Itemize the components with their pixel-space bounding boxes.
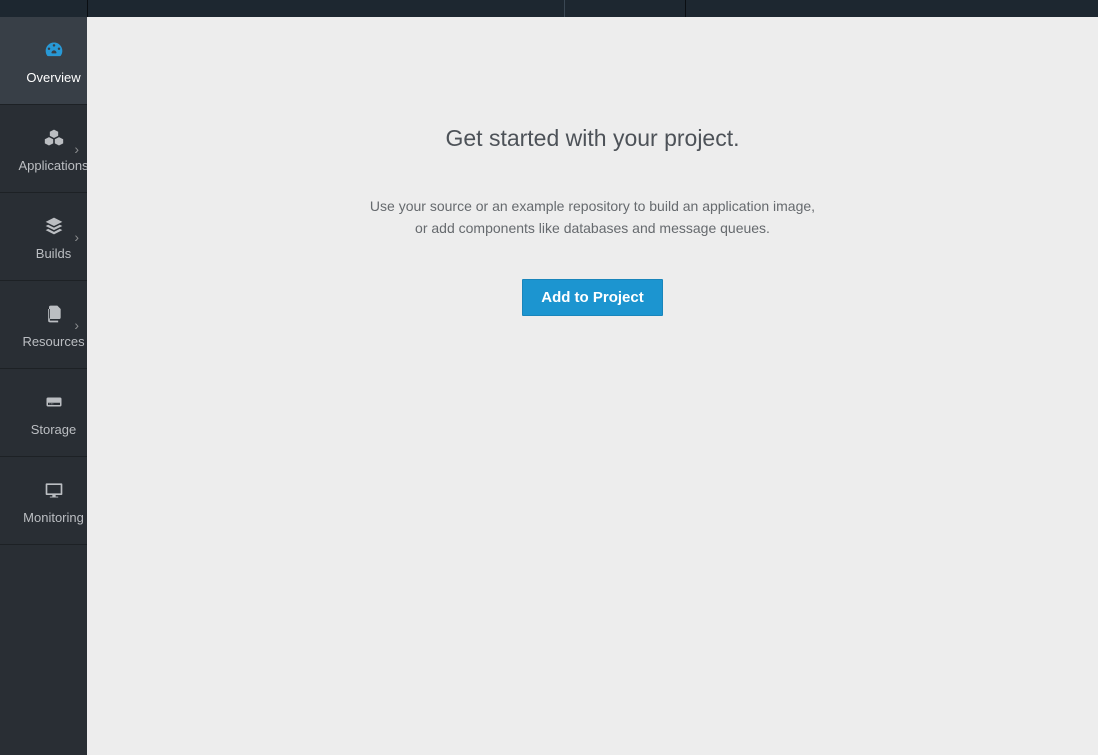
top-bar-section xyxy=(686,0,1098,17)
sidebar-item-label: Resources xyxy=(22,334,84,349)
sidebar-item-resources[interactable]: Resources › xyxy=(0,281,87,369)
monitor-icon xyxy=(43,476,65,504)
chevron-right-icon: › xyxy=(74,141,79,157)
top-bar-section xyxy=(0,0,87,17)
sidebar: Overview Applications › Builds › xyxy=(0,17,87,755)
dashboard-icon xyxy=(43,36,65,64)
empty-state: Get started with your project. Use your … xyxy=(87,125,1098,316)
files-icon xyxy=(43,300,65,328)
page-heading: Get started with your project. xyxy=(445,125,739,152)
add-to-project-button[interactable]: Add to Project xyxy=(522,279,663,316)
sidebar-item-storage[interactable]: Storage xyxy=(0,369,87,457)
sidebar-item-applications[interactable]: Applications › xyxy=(0,105,87,193)
sidebar-item-label: Overview xyxy=(26,70,80,85)
main-content: Get started with your project. Use your … xyxy=(87,17,1098,755)
top-bar-section xyxy=(564,0,686,17)
layers-icon xyxy=(43,212,65,240)
page-subtext: Use your source or an example repository… xyxy=(363,196,823,239)
sidebar-item-label: Builds xyxy=(36,246,71,261)
top-bar xyxy=(0,0,1098,17)
top-bar-section xyxy=(87,0,564,17)
sidebar-item-overview[interactable]: Overview xyxy=(0,17,87,105)
sidebar-item-label: Monitoring xyxy=(23,510,84,525)
sidebar-item-label: Storage xyxy=(31,422,77,437)
chevron-right-icon: › xyxy=(74,229,79,245)
sidebar-item-builds[interactable]: Builds › xyxy=(0,193,87,281)
chevron-right-icon: › xyxy=(74,317,79,333)
sidebar-item-label: Applications xyxy=(18,158,88,173)
cubes-icon xyxy=(43,124,65,152)
hdd-icon xyxy=(43,388,65,416)
sidebar-item-monitoring[interactable]: Monitoring xyxy=(0,457,87,545)
